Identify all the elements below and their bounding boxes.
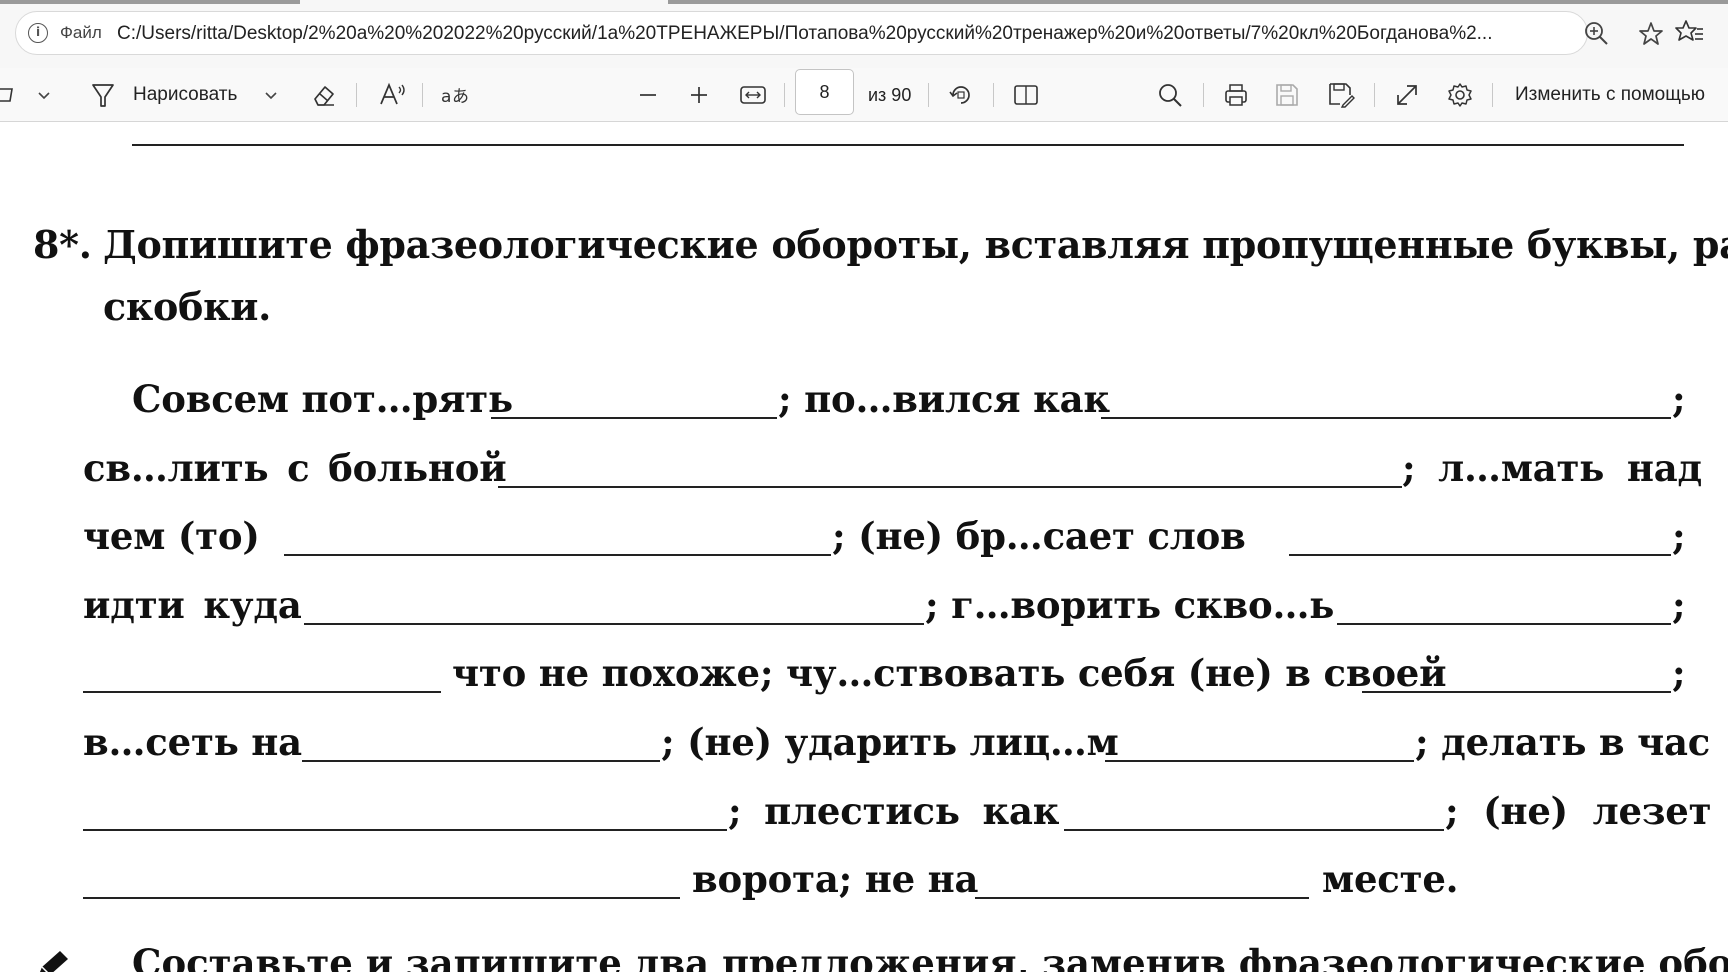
answer-blank[interactable] xyxy=(1105,760,1414,762)
toolbar-divider xyxy=(1374,83,1375,107)
answer-blank[interactable] xyxy=(83,897,680,899)
answer-blank[interactable] xyxy=(304,623,924,625)
edit-with-button[interactable]: Изменить с помощью xyxy=(1515,68,1705,122)
answer-blank[interactable] xyxy=(83,691,441,693)
answer-blank[interactable] xyxy=(498,486,1402,488)
answer-blank[interactable] xyxy=(1362,691,1671,693)
url-text[interactable]: C:/Users/ritta/Desktop/2%20a%20%202022%2… xyxy=(117,23,1577,45)
answer-blank[interactable] xyxy=(83,829,727,831)
phrase-text: ; л…мать над xyxy=(1402,446,1702,490)
next-exercise-text: Составьте и запишите два предложения, за… xyxy=(132,941,1728,972)
exercise-number: 8*. xyxy=(33,222,92,267)
svg-text:あ: あ xyxy=(452,87,469,107)
tab-strip-edge xyxy=(0,0,300,4)
text-line: ; плестись как ; (не) лезет xyxy=(0,787,1728,837)
browser-top-bar: i Файл C:/Users/ritta/Desktop/2%20a%20%2… xyxy=(0,0,1728,68)
phrase-text: ; xyxy=(1672,514,1686,558)
phrase-text: ; (не) лезет xyxy=(1445,789,1712,833)
toolbar-divider xyxy=(784,83,785,107)
print-icon[interactable] xyxy=(1222,68,1250,122)
address-bar[interactable]: i Файл C:/Users/ritta/Desktop/2%20a%20%2… xyxy=(15,11,1663,55)
phrase-text: чем (то) xyxy=(83,514,260,558)
rotate-icon[interactable] xyxy=(947,68,975,122)
save-as-icon[interactable] xyxy=(1327,68,1355,122)
toolbar-divider xyxy=(993,83,994,107)
page-view-icon[interactable] xyxy=(1012,68,1040,122)
phrase-text: ; плестись как xyxy=(728,789,1060,833)
text-line: чем (то) ; (не) бр…сает слов ; xyxy=(0,512,1728,562)
pdf-toolbar: Нарисовать aあ 8 из 90 Изменить с помощью xyxy=(0,68,1728,122)
toolbar-divider xyxy=(422,83,423,107)
phrase-text: что не похоже; чу…ствовать себя (не) в с… xyxy=(452,651,1447,695)
toolbar-divider xyxy=(1492,83,1493,107)
translate-icon[interactable]: aあ xyxy=(440,68,470,122)
answer-blank[interactable] xyxy=(491,417,777,419)
phrase-text: св…лить с больной xyxy=(83,446,507,490)
fullscreen-icon[interactable] xyxy=(1394,68,1420,122)
phrase-text: ; (не) ударить лиц…м xyxy=(661,720,1119,764)
search-icon[interactable] xyxy=(1157,68,1183,122)
phrase-text: месте. xyxy=(1322,857,1459,901)
text-line: ворота; не на месте. xyxy=(0,855,1728,905)
answer-line xyxy=(132,144,1684,146)
toolbar-divider xyxy=(1203,83,1204,107)
toolbar-divider xyxy=(928,83,929,107)
zoom-out-icon[interactable] xyxy=(638,68,658,122)
star-icon[interactable] xyxy=(1637,20,1665,52)
text-line: что не похоже; чу…ствовать себя (не) в с… xyxy=(0,649,1728,699)
tab-strip-edge xyxy=(668,0,1728,4)
save-icon[interactable] xyxy=(1274,68,1300,122)
text-line: в…сеть на ; (не) ударить лиц…м ; делать … xyxy=(0,718,1728,768)
phrase-text: ворота; не на xyxy=(692,857,979,901)
favorites-icon[interactable] xyxy=(1675,18,1705,50)
pencil-icon xyxy=(36,949,70,972)
answer-blank[interactable] xyxy=(1064,829,1444,831)
phrase-text: идти куда xyxy=(83,583,302,627)
answer-blank[interactable] xyxy=(1289,554,1671,556)
fit-width-icon[interactable] xyxy=(739,68,767,122)
phrase-text: ; делать в час xyxy=(1415,720,1711,764)
text-line: Совсем пот…рять ; по…вился как ; xyxy=(0,375,1728,425)
gear-icon[interactable] xyxy=(1446,68,1474,122)
zoom-icon[interactable] xyxy=(1583,20,1609,50)
text-line: св…лить с больной ; л…мать над xyxy=(0,444,1728,494)
eraser-icon[interactable] xyxy=(310,68,338,122)
exercise-title-cont: скобки. xyxy=(103,284,272,329)
phrase-text: ; (не) бр…сает слов xyxy=(832,514,1246,558)
chevron-down-icon[interactable] xyxy=(36,68,52,122)
svg-text:a: a xyxy=(441,87,451,107)
text-line: идти куда ; г…ворить скво…ь ; xyxy=(0,581,1728,631)
phrase-text: ; xyxy=(1672,651,1686,695)
phrase-text: ; по…вился как xyxy=(778,377,1110,421)
draw-icon[interactable] xyxy=(90,68,116,122)
answer-blank[interactable] xyxy=(284,554,831,556)
phrase-text: в…сеть на xyxy=(83,720,302,764)
phrase-text: ; xyxy=(1672,377,1686,421)
draw-button[interactable]: Нарисовать xyxy=(133,68,237,122)
address-prefix: Файл xyxy=(60,23,102,42)
exercise-title: Допишите фразеологические обороты, встав… xyxy=(103,222,1728,267)
page-total: из 90 xyxy=(868,84,912,105)
answer-blank[interactable] xyxy=(975,897,1309,899)
answer-blank[interactable] xyxy=(302,760,660,762)
answer-blank[interactable] xyxy=(1337,623,1671,625)
info-icon[interactable]: i xyxy=(28,23,48,43)
answer-blank[interactable] xyxy=(1101,417,1671,419)
highlight-icon[interactable] xyxy=(0,68,16,122)
read-aloud-icon[interactable] xyxy=(378,68,408,122)
phrase-text: ; г…ворить скво…ь xyxy=(925,583,1335,627)
zoom-in-icon[interactable] xyxy=(689,68,709,122)
chevron-down-icon[interactable] xyxy=(263,68,279,122)
toolbar-divider xyxy=(356,83,357,107)
phrase-text: Совсем пот…рять xyxy=(132,377,513,421)
phrase-text: ; xyxy=(1672,583,1686,627)
pdf-page: 8*. Допишите фразеологические обороты, в… xyxy=(0,123,1728,972)
page-number-input[interactable]: 8 xyxy=(795,69,854,115)
